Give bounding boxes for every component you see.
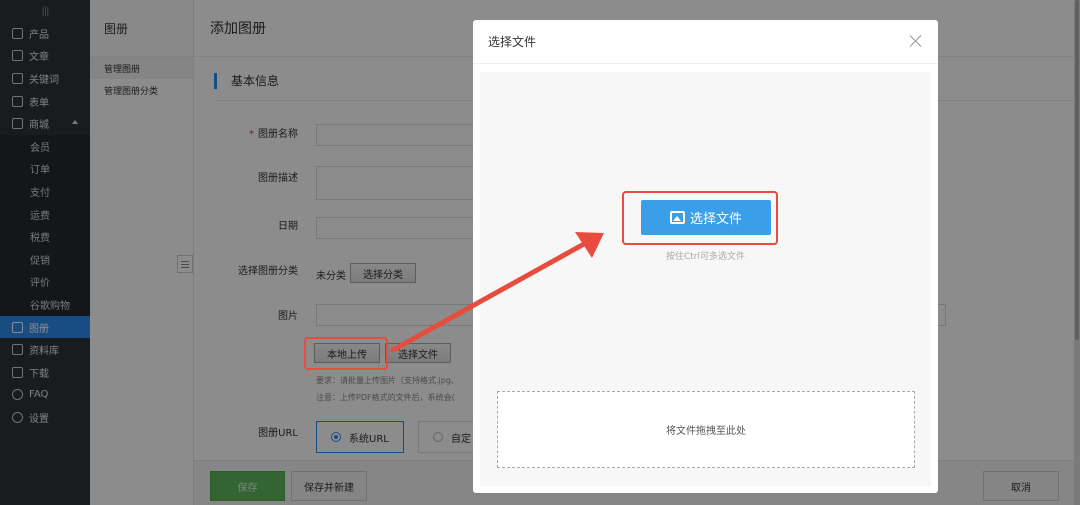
highlight-local-upload: [304, 337, 388, 370]
close-icon[interactable]: [908, 33, 924, 49]
highlight-pick-file: [622, 191, 778, 245]
dialog-title: 选择文件: [473, 20, 938, 64]
file-drop-zone[interactable]: 将文件拖拽至此处: [497, 391, 915, 468]
multi-select-hint: 按住Ctrl可多选文件: [665, 252, 745, 262]
select-file-dialog: 选择文件 选择文件 按住Ctrl可多选文件 将文件拖拽至此处: [473, 20, 938, 493]
dialog-body: 选择文件 按住Ctrl可多选文件 将文件拖拽至此处: [480, 72, 931, 486]
